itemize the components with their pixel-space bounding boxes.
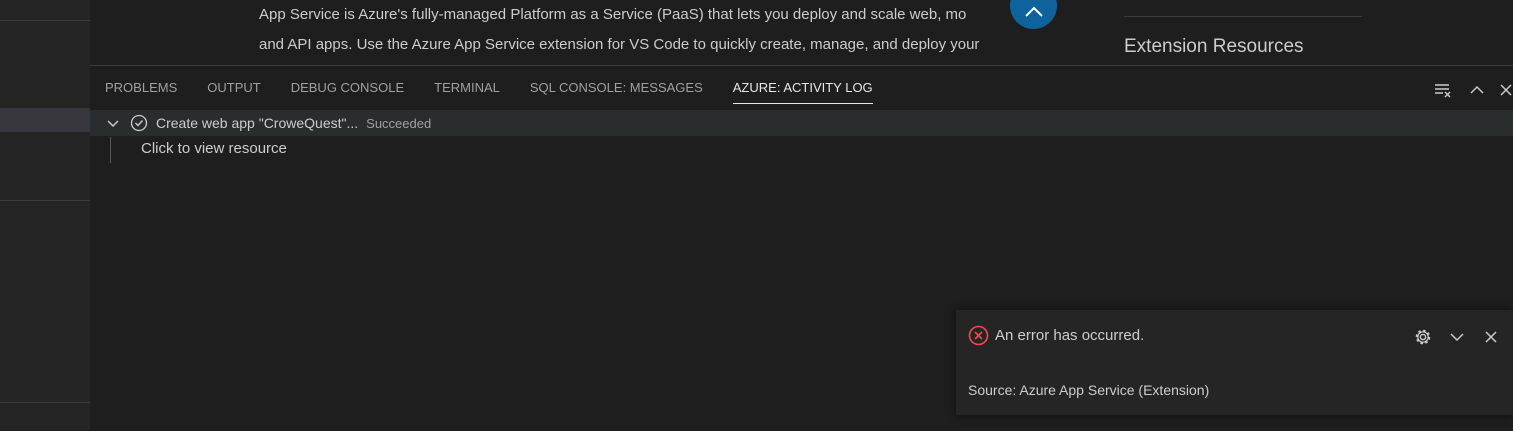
clear-activity-log-button[interactable] [1431, 78, 1455, 102]
close-icon [1500, 84, 1512, 96]
error-notification: An error has occurred. Source: Azure App… [956, 310, 1513, 415]
notification-actions [1411, 325, 1503, 349]
chevron-down-icon[interactable] [106, 116, 122, 130]
sidebar-divider [0, 402, 90, 403]
description-line: App Service is Azure's fully-managed Pla… [259, 6, 967, 23]
activity-item-status: Succeeded [366, 115, 432, 131]
view-resource-link[interactable]: Click to view resource [141, 140, 287, 157]
extension-resources-heading: Extension Resources [1124, 36, 1304, 57]
close-panel-button[interactable] [1499, 78, 1513, 102]
notification-settings-button[interactable] [1411, 325, 1435, 349]
welcome-description: App Service is Azure's fully-managed Pla… [259, 0, 1049, 60]
panel-actions [1431, 78, 1513, 102]
maximize-panel-button[interactable] [1465, 78, 1489, 102]
notification-message: An error has occurred. [995, 327, 1145, 344]
chevron-down-icon [1450, 333, 1464, 342]
description-line: and API apps. Use the Azure App Service … [259, 36, 980, 53]
tab-problems[interactable]: PROBLEMS [90, 66, 192, 108]
editor-area: App Service is Azure's fully-managed Pla… [90, 0, 1513, 65]
sidebar [0, 0, 90, 430]
sidebar-selected-item[interactable] [0, 108, 90, 132]
tab-debug-console[interactable]: DEBUG CONSOLE [276, 66, 419, 108]
tab-sql-console-messages[interactable]: SQL CONSOLE: MESSAGES [515, 66, 718, 108]
resources-divider [1124, 16, 1362, 17]
activity-item-label: Create web app "CroweQuest"... [156, 115, 359, 131]
notification-source: Source: Azure App Service (Extension) [968, 382, 1210, 398]
clear-all-icon [1435, 84, 1451, 98]
sidebar-divider [0, 20, 90, 21]
gear-icon [1415, 329, 1431, 345]
chevron-up-icon [1024, 6, 1043, 17]
indent-guide [110, 137, 111, 163]
sidebar-divider [0, 200, 90, 201]
close-notification-button[interactable] [1479, 325, 1503, 349]
notification-header: An error has occurred. [968, 325, 1144, 346]
panel-tabs: PROBLEMS OUTPUT DEBUG CONSOLE TERMINAL S… [90, 66, 888, 108]
pass-check-icon [130, 114, 148, 132]
tab-terminal[interactable]: TERMINAL [419, 66, 515, 108]
error-icon [968, 325, 989, 346]
activity-log-item[interactable]: Create web app "CroweQuest"... Succeeded [90, 110, 1513, 136]
tab-azure-activity-log[interactable]: AZURE: ACTIVITY LOG [718, 66, 888, 108]
collapse-notification-button[interactable] [1445, 325, 1469, 349]
tab-output[interactable]: OUTPUT [192, 66, 275, 108]
close-icon [1485, 331, 1497, 343]
chevron-up-icon [1470, 85, 1484, 94]
